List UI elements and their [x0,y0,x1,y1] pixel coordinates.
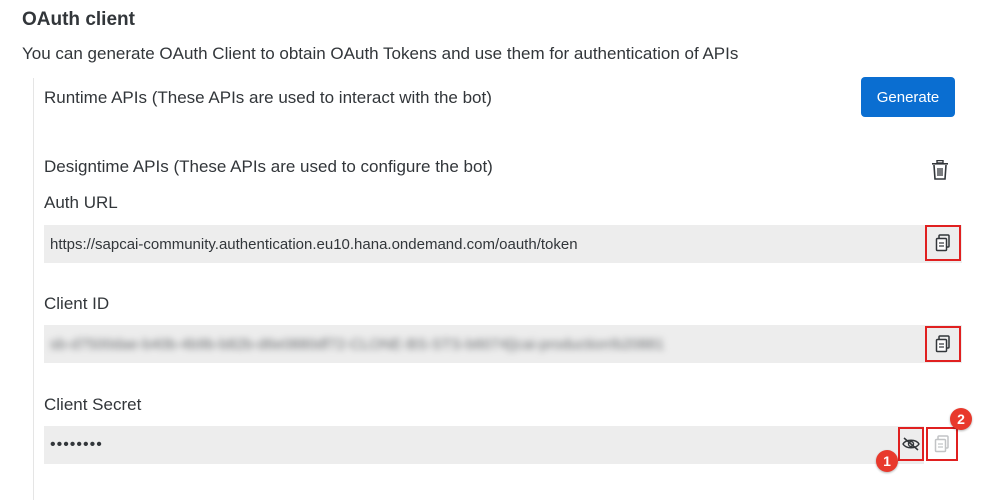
client-id-label: Client ID [44,294,110,313]
client-secret-field[interactable]: •••••••• [44,426,924,464]
auth-url-label: Auth URL [44,193,118,212]
toggle-visibility-button[interactable] [898,427,924,461]
client-secret-copy-button[interactable] [926,427,958,461]
generate-button[interactable]: Generate [861,77,955,117]
client-id-copy-button[interactable] [925,326,961,362]
annotation-badge-2: 2 [950,408,972,430]
runtime-apis-label: Runtime APIs (These APIs are used to int… [44,88,492,107]
auth-url-copy-button[interactable] [925,225,961,261]
designtime-apis-label: Designtime APIs (These APIs are used to … [44,157,493,176]
copy-icon [935,335,951,353]
trash-icon[interactable] [931,160,951,180]
copy-icon [934,435,950,453]
panel-divider [33,78,34,500]
page-title: OAuth client [22,9,135,30]
page-description: You can generate OAuth Client to obtain … [22,44,739,63]
auth-url-field[interactable]: https://sapcai-community.authentication.… [44,225,962,263]
client-secret-label: Client Secret [44,395,142,414]
copy-icon [935,234,951,252]
auth-url-value: https://sapcai-community.authentication.… [50,235,578,253]
client-id-value: sb-d7500dae-b40b-4b9b-b82b-d6e0880df72-C… [50,335,665,353]
annotation-badge-1: 1 [876,450,898,472]
client-secret-value: •••••••• [50,436,103,453]
client-id-field[interactable]: sb-d7500dae-b40b-4b9b-b82b-d6e0880df72-C… [44,325,962,363]
eye-slash-icon [902,437,920,451]
